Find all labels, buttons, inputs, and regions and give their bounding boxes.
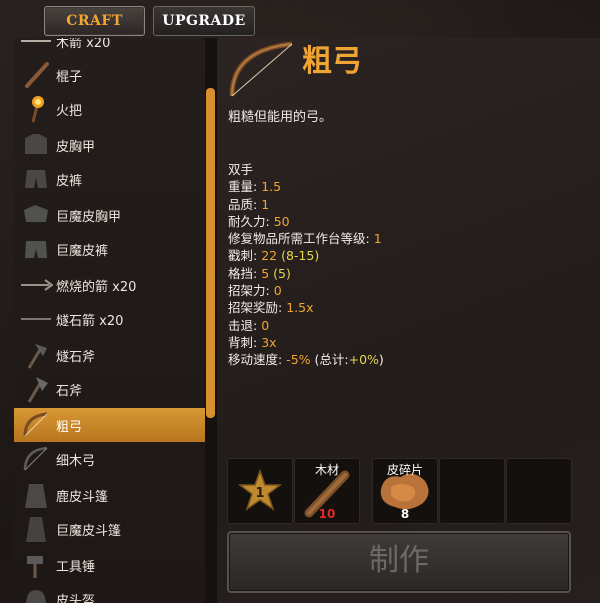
list-item-label: 燧石斧 — [56, 349, 96, 365]
requirement-count: 8 — [400, 507, 410, 521]
list-scrollbar-thumb[interactable] — [206, 88, 215, 418]
list-item-label: 巨魔皮胸甲 — [56, 209, 122, 225]
item-stats: 双手 重量: 1.5 品质: 1 耐久力: 50 修复物品所需工作台等级: 1 … — [228, 161, 384, 369]
troll-pants-icon — [18, 234, 54, 264]
troll-chest-icon — [18, 200, 54, 230]
requirement-name: 皮碎片 — [386, 463, 423, 477]
troll-cape-icon — [18, 514, 54, 544]
list-item[interactable]: 巨魔皮胸甲 — [14, 198, 206, 232]
list-item-selected[interactable]: 粗弓 — [14, 408, 206, 442]
list-item[interactable]: 巨魔皮斗篷 — [14, 512, 206, 546]
list-item[interactable]: 工具锤 — [14, 548, 206, 582]
requirement-slot-empty — [506, 458, 572, 524]
list-item-label: 细木弓 — [56, 453, 96, 469]
tab-upgrade[interactable]: UPGRADE — [153, 6, 255, 36]
list-item-label: 火把 — [56, 103, 83, 119]
crafting-window: CRAFT UPGRADE 木箭 x20 棍子 火把 皮胸甲 皮裤 巨魔皮胸甲 — [0, 0, 600, 603]
station-level-slot: 1 — [227, 458, 293, 524]
list-item-label: 皮裤 — [56, 173, 83, 189]
stat-repair-level: 修复物品所需工作台等级: 1 — [228, 231, 382, 247]
list-item[interactable]: 燧石箭 x20 — [14, 302, 206, 336]
item-description: 粗糙但能用的弓。 — [228, 110, 333, 125]
stat-durability: 耐久力: 50 — [228, 213, 290, 229]
stat-pierce: 戳刺: 22 (8-15) — [228, 248, 320, 264]
list-item-label: 工具锤 — [56, 559, 96, 575]
requirement-slot: 皮碎片 8 — [372, 458, 438, 524]
stat-block: 格挡: 5 (5) — [228, 265, 291, 281]
requirement-slot: 木材 10 — [294, 458, 360, 524]
flint-axe-icon — [18, 340, 54, 370]
list-item-label: 木箭 x20 — [56, 38, 111, 51]
stat-parry: 招架力: 0 — [228, 283, 282, 299]
fire-arrow-icon — [18, 270, 54, 300]
requirement-count: 10 — [318, 507, 336, 521]
requirement-name: 木材 — [314, 463, 339, 477]
flint-arrow-icon — [18, 304, 54, 334]
list-item[interactable]: 燃烧的箭 x20 — [14, 268, 206, 302]
list-item-label: 燧石箭 x20 — [56, 313, 124, 329]
list-item[interactable]: 鹿皮斗篷 — [14, 478, 206, 512]
list-item[interactable]: 木箭 x20 — [14, 38, 206, 58]
arrow-icon — [18, 38, 54, 56]
list-item-label: 巨魔皮斗篷 — [56, 523, 122, 539]
list-item-label: 皮胸甲 — [56, 139, 96, 155]
recipe-list: 木箭 x20 棍子 火把 皮胸甲 皮裤 巨魔皮胸甲 巨魔皮裤 燃烧的箭 x20 — [14, 38, 209, 603]
list-item[interactable]: 燧石斧 — [14, 338, 206, 372]
stat-weight: 重量: 1.5 — [228, 179, 282, 195]
list-item[interactable]: 皮裤 — [14, 162, 206, 196]
star-icon: 1 — [237, 468, 283, 511]
torch-icon — [18, 94, 54, 124]
list-item-label: 鹿皮斗篷 — [56, 489, 109, 505]
list-item[interactable]: 皮胸甲 — [14, 128, 206, 162]
list-item-label: 皮头盔 — [56, 593, 96, 603]
club-icon — [18, 60, 54, 90]
station-level-value: 1 — [255, 486, 264, 501]
stat-movement: 移动速度: -5% (总计:+0%) — [228, 352, 384, 368]
requirement-slot-empty — [439, 458, 505, 524]
list-item-label: 粗弓 — [56, 419, 83, 435]
list-item[interactable]: 石斧 — [14, 372, 206, 406]
stat-parry-bonus: 招架奖励: 1.5x — [228, 300, 314, 316]
stat-quality: 品质: 1 — [228, 196, 270, 212]
leather-pants-icon — [18, 164, 54, 194]
list-item[interactable]: 火把 — [14, 92, 206, 126]
list-item[interactable]: 细木弓 — [14, 442, 206, 476]
leather-chest-icon — [18, 130, 54, 160]
list-item-label: 棍子 — [56, 69, 83, 85]
hammer-icon — [18, 550, 54, 580]
stat-backstab: 背刺: 3x — [228, 334, 277, 350]
deer-cape-icon — [18, 480, 54, 510]
tab-craft[interactable]: CRAFT — [44, 6, 145, 36]
crude-bow-icon — [228, 40, 296, 100]
stone-axe-icon — [18, 374, 54, 404]
list-item[interactable]: 巨魔皮裤 — [14, 232, 206, 266]
craft-button[interactable]: 制作 — [227, 531, 571, 593]
list-item-label: 巨魔皮裤 — [56, 243, 109, 259]
list-item-label: 石斧 — [56, 383, 83, 399]
stat-hands: 双手 — [228, 162, 254, 177]
finewood-bow-icon — [18, 444, 54, 474]
stat-knockback: 击退: 0 — [228, 317, 270, 333]
list-item-label: 燃烧的箭 x20 — [56, 279, 137, 295]
list-item[interactable]: 皮头盔 — [14, 582, 206, 603]
list-item[interactable]: 棍子 — [14, 58, 206, 92]
crude-bow-icon — [18, 410, 54, 440]
item-title: 粗弓 — [302, 44, 362, 79]
helmet-icon — [18, 584, 54, 603]
